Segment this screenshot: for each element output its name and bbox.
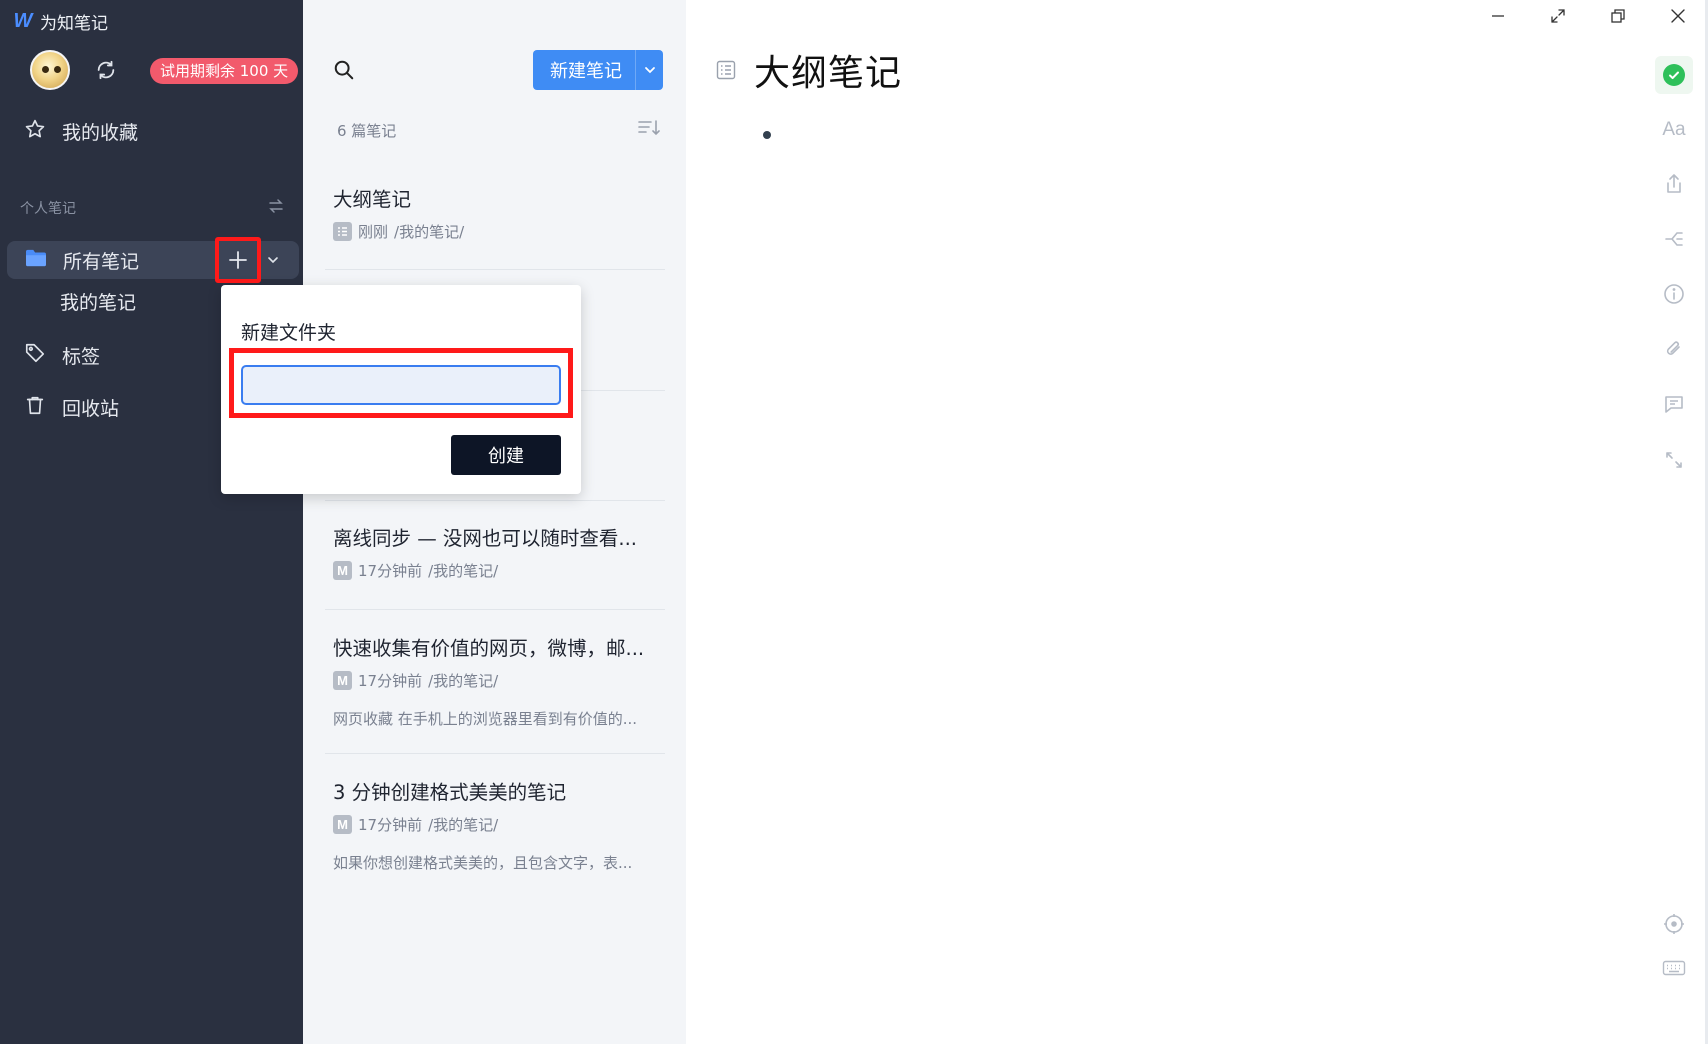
sidebar-item-label: 标签: [62, 345, 101, 368]
note-count: 6 篇笔记: [337, 122, 397, 140]
trial-badge[interactable]: 试用期剩余 100 天: [150, 58, 299, 84]
editor-panel: [686, 0, 1708, 1044]
comment-icon[interactable]: [1648, 384, 1700, 424]
font-format-icon[interactable]: Aa: [1648, 110, 1700, 150]
note-title: 3 分钟创建格式美美的笔记: [333, 781, 567, 804]
restore-button[interactable]: [1596, 2, 1640, 30]
mindmap-icon[interactable]: [1648, 219, 1700, 259]
note-time: 17分钟前: [358, 671, 423, 690]
note-path: /我的笔记/: [394, 222, 465, 241]
sort-icon[interactable]: [636, 116, 662, 140]
divider: [325, 609, 665, 610]
outline-note-icon: [714, 58, 738, 82]
chevron-down-icon[interactable]: [262, 249, 284, 271]
note-preview: 如果你想创建格式美美的，且包含文字，表...: [333, 854, 633, 872]
note-time: 刚刚: [358, 222, 389, 241]
trash-icon: [24, 394, 46, 421]
sidebar-item-favorites[interactable]: 我的收藏: [24, 116, 138, 146]
share-icon[interactable]: [1648, 164, 1700, 204]
sidebar-item-my-notes[interactable]: 我的笔记: [60, 288, 136, 315]
divider: [325, 269, 665, 270]
expand-icon[interactable]: [1648, 440, 1700, 480]
new-note-label: 新建笔记: [550, 61, 622, 82]
right-toolbar: Aa: [1648, 0, 1700, 1044]
attachment-icon[interactable]: [1648, 329, 1700, 369]
note-meta: M 17分钟前 /我的笔记/: [333, 814, 498, 834]
list-item[interactable]: 快速收集有价值的网页，微博，邮... M 17分钟前 /我的笔记/ 网页收藏 在…: [325, 632, 665, 754]
note-path: /我的笔记/: [428, 815, 499, 834]
keyboard-icon[interactable]: [1648, 948, 1700, 988]
new-folder-popup: 新建文件夹 创建: [221, 285, 581, 494]
note-title: 快速收集有价值的网页，微博，邮...: [333, 637, 645, 660]
note-meta: 刚刚 /我的笔记/: [333, 221, 464, 241]
new-note-button[interactable]: 新建笔记: [533, 50, 663, 90]
markdown-icon: M: [333, 814, 352, 834]
note-time: 17分钟前: [358, 815, 423, 834]
note-path: /我的笔记/: [428, 561, 499, 580]
note-path: /我的笔记/: [428, 671, 499, 690]
note-meta: M 17分钟前 /我的笔记/: [333, 560, 498, 580]
note-title: 离线同步 — 没网也可以随时查看...: [333, 527, 637, 550]
list-item[interactable]: 离线同步 — 没网也可以随时查看... M 17分钟前 /我的笔记/: [325, 522, 665, 610]
folder-icon: [25, 248, 47, 273]
switch-icon[interactable]: [266, 196, 286, 216]
sidebar-item-tags[interactable]: 标签: [24, 340, 100, 370]
editor-title[interactable]: 大纲笔记: [754, 44, 902, 96]
create-button[interactable]: 创建: [451, 435, 561, 475]
sidebar-item-label: 我的收藏: [62, 121, 139, 144]
tag-icon: [24, 342, 46, 369]
info-icon[interactable]: [1648, 274, 1700, 314]
sidebar-item-label: 回收站: [62, 397, 120, 420]
sidebar-item-trash[interactable]: 回收站: [24, 392, 119, 422]
minimize-button[interactable]: [1476, 2, 1520, 30]
markdown-icon: M: [333, 560, 352, 580]
add-folder-button[interactable]: [215, 237, 261, 283]
avatar[interactable]: [30, 50, 70, 90]
search-icon[interactable]: [330, 56, 358, 84]
note-time: 17分钟前: [358, 561, 423, 580]
sidebar-item-label: 所有笔记: [63, 250, 140, 273]
app-title: 为知笔记: [40, 13, 108, 34]
section-label-personal: 个人笔记: [20, 201, 76, 217]
fullscreen-button[interactable]: [1536, 2, 1580, 30]
note-title: 大纲笔记: [333, 188, 412, 211]
wiz-logo-icon: W: [13, 9, 33, 32]
outline-note-icon: [333, 221, 352, 241]
sidebar: W 为知笔记 试用期剩余 100 天 我的收藏 个人笔记 所有笔记 我的笔记 标…: [0, 0, 303, 1044]
divider: [325, 500, 665, 501]
divider: [325, 753, 665, 754]
note-meta: M 17分钟前 /我的笔记/: [333, 670, 498, 690]
star-icon: [24, 118, 46, 145]
markdown-icon: M: [333, 670, 352, 690]
folder-name-input[interactable]: [241, 365, 561, 405]
list-item[interactable]: 3 分钟创建格式美美的笔记 M 17分钟前 /我的笔记/ 如果你想创建格式美美的…: [325, 776, 665, 886]
popup-title: 新建文件夹: [241, 322, 337, 344]
list-item[interactable]: 大纲笔记 刚刚 /我的笔记/: [325, 183, 665, 271]
sync-icon[interactable]: [92, 56, 120, 84]
locate-icon[interactable]: [1648, 904, 1700, 944]
app-title-bar: W 为知笔记: [12, 8, 108, 34]
note-preview: 网页收藏 在手机上的浏览器里看到有价值的...: [333, 710, 638, 728]
chevron-down-icon[interactable]: [635, 50, 663, 90]
outline-bullet[interactable]: [763, 131, 771, 139]
